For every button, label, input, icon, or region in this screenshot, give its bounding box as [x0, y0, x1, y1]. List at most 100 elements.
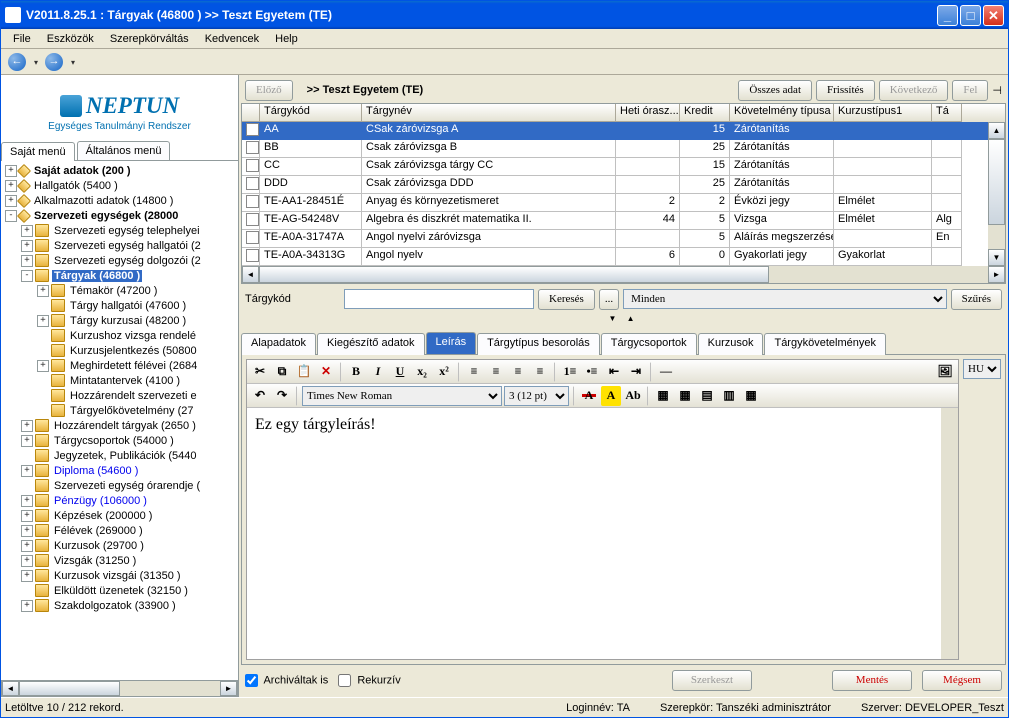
table-row[interactable]: TE-AA1-28451ÉAnyag és környezetismeret22…	[242, 194, 1005, 212]
menu-file[interactable]: File	[5, 31, 39, 47]
table-row[interactable]: TE-AG-54248VAlgebra és diszkrét matemati…	[242, 212, 1005, 230]
column-header[interactable]: Követelmény típusa	[730, 104, 834, 122]
column-header[interactable]: Tárgykód	[260, 104, 362, 122]
tree-node[interactable]: +Vizsgák (31250 )	[3, 553, 223, 568]
list-unordered-icon[interactable]: •≡	[582, 362, 602, 382]
search-button[interactable]: Keresés	[538, 289, 595, 310]
tree-node[interactable]: +Félévek (269000 )	[3, 523, 223, 538]
tree-expand-icon[interactable]: +	[21, 540, 33, 552]
tree-expand-icon[interactable]: +	[5, 180, 17, 192]
tree-expand-icon[interactable]: +	[37, 285, 49, 297]
row-checkbox[interactable]	[242, 212, 260, 230]
nav-forward-dropdown[interactable]	[70, 56, 75, 68]
tree-expand-icon[interactable]: +	[5, 165, 17, 177]
tree-node[interactable]: +Saját adatok (200 )	[3, 163, 223, 178]
archived-checkbox[interactable]: Archiváltak is	[245, 674, 328, 687]
table-row[interactable]: CCCsak záróvizsga tárgy CC15Zárótanítás	[242, 158, 1005, 176]
filter-button[interactable]: Szűrés	[951, 289, 1002, 310]
tree-node[interactable]: +Szervezeti egység hallgatói (2	[3, 238, 223, 253]
table-row[interactable]: AACSak záróvizsga A15Zárótanítás	[242, 122, 1005, 140]
align-center-icon[interactable]: ≡	[486, 362, 506, 382]
prev-button[interactable]: Előző	[245, 80, 293, 101]
column-header[interactable]: Kredit	[680, 104, 730, 122]
tree-expand-icon[interactable]: +	[21, 510, 33, 522]
tree-node[interactable]: -Tárgyak (46800 )	[3, 268, 223, 283]
outdent-icon[interactable]: ⇤	[604, 362, 624, 382]
tab-kiegészítő-adatok[interactable]: Kiegészítő adatok	[317, 333, 424, 355]
tree-expand-icon[interactable]: +	[37, 360, 49, 372]
tree-expand-icon[interactable]: +	[21, 225, 33, 237]
tree-node[interactable]: +Alkalmazotti adatok (14800 )	[3, 193, 223, 208]
tree-expand-icon[interactable]	[37, 330, 49, 342]
tree-node[interactable]: Elküldött üzenetek (32150 )	[3, 583, 223, 598]
nav-back-dropdown[interactable]	[33, 56, 38, 68]
pin-icon[interactable]: ⊣	[992, 84, 1002, 97]
align-justify-icon[interactable]: ≡	[530, 362, 550, 382]
align-left-icon[interactable]: ≡	[464, 362, 484, 382]
table-row-icon[interactable]: ▤	[697, 386, 717, 406]
bold-icon[interactable]: B	[346, 362, 366, 382]
tree-expand-icon[interactable]	[37, 375, 49, 387]
up-button[interactable]: Fel	[952, 80, 988, 101]
font-family-select[interactable]: Times New Roman	[302, 386, 502, 406]
tree-node[interactable]: +Diploma (54600 )	[3, 463, 223, 478]
editor-content[interactable]: Ez egy tárgyleírás!	[247, 408, 958, 659]
underline-icon[interactable]: U	[390, 362, 410, 382]
tree-expand-icon[interactable]	[37, 345, 49, 357]
tree-node[interactable]: +Kurzusok vizsgái (31350 )	[3, 568, 223, 583]
tree-expand-icon[interactable]	[21, 450, 33, 462]
row-checkbox[interactable]	[242, 140, 260, 158]
menu-help[interactable]: Help	[267, 31, 306, 47]
tab-tárgykövetelmények[interactable]: Tárgykövetelmények	[764, 333, 886, 355]
minimize-button[interactable]: _	[937, 5, 958, 26]
tree-node[interactable]: Kurzusjelentkezés (50800	[3, 343, 223, 358]
menu-favorites[interactable]: Kedvencek	[197, 31, 267, 47]
filter-select[interactable]: Minden	[623, 289, 947, 309]
tree-node[interactable]: +Szervezeti egység telephelyei	[3, 223, 223, 238]
redo-icon[interactable]: ↷	[272, 386, 292, 406]
tree-expand-icon[interactable]: +	[5, 195, 17, 207]
tree-expand-icon[interactable]: +	[21, 240, 33, 252]
editor-vscrollbar[interactable]	[941, 408, 958, 659]
tree-expand-icon[interactable]	[37, 300, 49, 312]
edit-button[interactable]: Szerkeszt	[672, 670, 752, 691]
tree-node[interactable]: +Pénzügy (106000 )	[3, 493, 223, 508]
search-more-button[interactable]: ...	[599, 289, 619, 310]
tree-expand-icon[interactable]: +	[21, 495, 33, 507]
table-insert-icon[interactable]: ▦	[653, 386, 673, 406]
lefttab-general-menu[interactable]: Általános menü	[77, 141, 171, 160]
tree-expand-icon[interactable]: +	[37, 315, 49, 327]
tree-node[interactable]: +Kurzusok (29700 )	[3, 538, 223, 553]
tree-node[interactable]: Mintatantervek (4100 )	[3, 373, 223, 388]
delete-icon[interactable]: ✕	[316, 362, 336, 382]
tree-expand-icon[interactable]	[37, 390, 49, 402]
tree-expand-icon[interactable]	[37, 405, 49, 417]
tree-node[interactable]: +Hozzárendelt tárgyak (2650 )	[3, 418, 223, 433]
font-color-icon[interactable]: A	[579, 386, 599, 406]
table-row[interactable]: BBCsak záróvizsga B25Zárótanítás	[242, 140, 1005, 158]
highlight-icon[interactable]: A	[601, 386, 621, 406]
cut-icon[interactable]: ✂	[250, 362, 270, 382]
table-del-icon[interactable]: ▦	[741, 386, 761, 406]
list-ordered-icon[interactable]: 1≡	[560, 362, 580, 382]
tree[interactable]: +Saját adatok (200 )+Hallgatók (5400 )+A…	[1, 161, 238, 680]
row-checkbox[interactable]	[242, 248, 260, 266]
maximize-button[interactable]: □	[960, 5, 981, 26]
column-header[interactable]: Tá	[932, 104, 962, 122]
tree-expand-icon[interactable]: +	[21, 435, 33, 447]
nav-forward-button[interactable]: →	[42, 51, 66, 73]
collapse-toggle[interactable]: ▼ ▲	[241, 314, 1006, 328]
tree-node[interactable]: +Tárgy kurzusai (48200 )	[3, 313, 223, 328]
grid-vscrollbar[interactable]: ▲▼	[988, 122, 1005, 266]
tree-node[interactable]: +Szervezeti egység dolgozói (2	[3, 253, 223, 268]
column-header[interactable]: Tárgynév	[362, 104, 616, 122]
superscript-icon[interactable]: x²	[434, 362, 454, 382]
tree-expand-icon[interactable]: +	[21, 600, 33, 612]
grid-hscrollbar[interactable]: ◄►	[242, 266, 1005, 283]
lefttab-own-menu[interactable]: Saját menü	[1, 142, 75, 161]
hr-icon[interactable]: —	[656, 362, 676, 382]
tree-node[interactable]: +Meghirdetett félévei (2684	[3, 358, 223, 373]
column-header[interactable]: Heti órasz...	[616, 104, 680, 122]
close-button[interactable]: ✕	[983, 5, 1004, 26]
tree-expand-icon[interactable]	[21, 585, 33, 597]
